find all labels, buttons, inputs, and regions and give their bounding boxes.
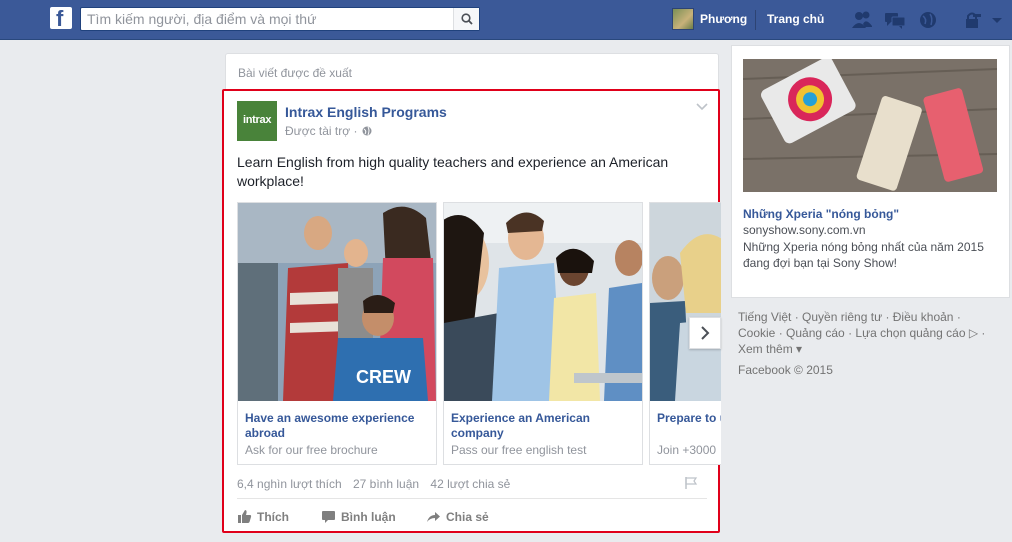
carousel-card-subtitle: Ask for our free brochure [245,443,378,457]
like-label: Thích [257,510,289,524]
carousel-next-button[interactable] [689,317,721,349]
avatar [672,8,694,30]
search-input[interactable] [87,10,447,28]
suggested-posts-title: Bài viết được đề xuất [238,66,352,80]
public-globe-icon [362,126,372,136]
footer-links-line-2[interactable]: Cookie · Quảng cáo · Lựa chọn quảng cáo … [738,325,1003,341]
privacy-lock-icon[interactable] [963,10,985,30]
search-button[interactable] [453,8,479,30]
like-thumb-icon [238,510,252,523]
carousel-card-subtitle: Join +3000 [657,443,717,457]
share-arrow-icon [427,512,440,522]
carousel-image-office-workers[interactable] [444,203,642,401]
search-icon [461,13,473,25]
ad-image-xperia-phones[interactable] [743,59,997,192]
footer-see-more[interactable]: Xem thêm ▾ [738,341,1003,357]
search-box [80,7,480,31]
carousel-image-group-students[interactable]: CREW [238,203,436,401]
ad-url: sonyshow.sony.com.vn [743,223,866,237]
comment-label: Bình luận [341,510,396,524]
post-options-chevron-down-icon[interactable] [696,103,708,111]
notifications-globe-icon[interactable] [917,10,939,30]
post-stats: 6,4 nghìn lượt thích 27 bình luận 42 lượ… [237,477,518,491]
ad-description: Những Xperia nóng bỏng nhất của năm 2015… [743,240,984,270]
copyright: Facebook © 2015 [738,363,833,377]
svg-text:CREW: CREW [356,367,411,387]
share-label: Chia sẻ [446,510,489,524]
comments-count[interactable]: 27 bình luận [353,477,419,491]
account-menu-chevron-down-icon[interactable] [990,10,1004,30]
sponsored-label: Được tài trợ · [285,124,358,138]
top-navigation-bar: f Phương Trang chủ [0,0,1012,40]
chevron-right-icon [701,326,710,340]
carousel-card[interactable]: CREW Have an awesome experience abroad A… [237,202,437,465]
ad-title-link[interactable]: Những Xperia "nóng bỏng" [743,207,899,221]
carousel-card-title[interactable]: Have an awesome experience abroad [245,411,430,441]
carousel-image-university-students[interactable] [650,203,721,401]
home-link[interactable]: Trang chủ [767,12,824,26]
sidebar-ad: Những Xperia "nóng bỏng" sonyshow.sony.c… [731,45,1010,298]
shares-count[interactable]: 42 lượt chia sẻ [430,477,510,491]
footer-links-line-1[interactable]: Tiếng Việt · Quyền riêng tư · Điều khoản… [738,309,1003,325]
carousel-card-title[interactable]: Prepare to university [657,411,721,426]
carousel: CREW Have an awesome experience abroad A… [237,202,721,465]
report-flag-icon[interactable] [684,476,698,490]
page-logo[interactable]: intrax [237,101,277,141]
divider [755,10,756,30]
page-name-link[interactable]: Intrax English Programs [285,104,447,120]
carousel-card[interactable]: Experience an American company Pass our … [443,202,643,465]
sponsored-text: Được tài trợ [285,124,351,138]
friend-requests-icon[interactable] [851,10,873,30]
carousel-card-subtitle: Pass our free english test [451,443,587,457]
profile-name: Phương [700,12,748,26]
divider [237,498,707,499]
likes-count[interactable]: 6,4 nghìn lượt thích [237,477,342,491]
facebook-logo-icon[interactable]: f [50,6,72,31]
carousel-card-title[interactable]: Experience an American company [451,411,636,441]
comment-bubble-icon [322,511,335,523]
suggested-posts-header: Bài viết được đề xuất [225,53,719,91]
post-text: Learn English from high quality teachers… [237,154,669,189]
sponsored-post: intrax Intrax English Programs Được tài … [222,89,721,533]
page-logo-text: intrax [243,114,272,126]
footer-links: Tiếng Việt · Quyền riêng tư · Điều khoản… [738,309,1003,357]
messages-icon[interactable] [884,10,906,30]
